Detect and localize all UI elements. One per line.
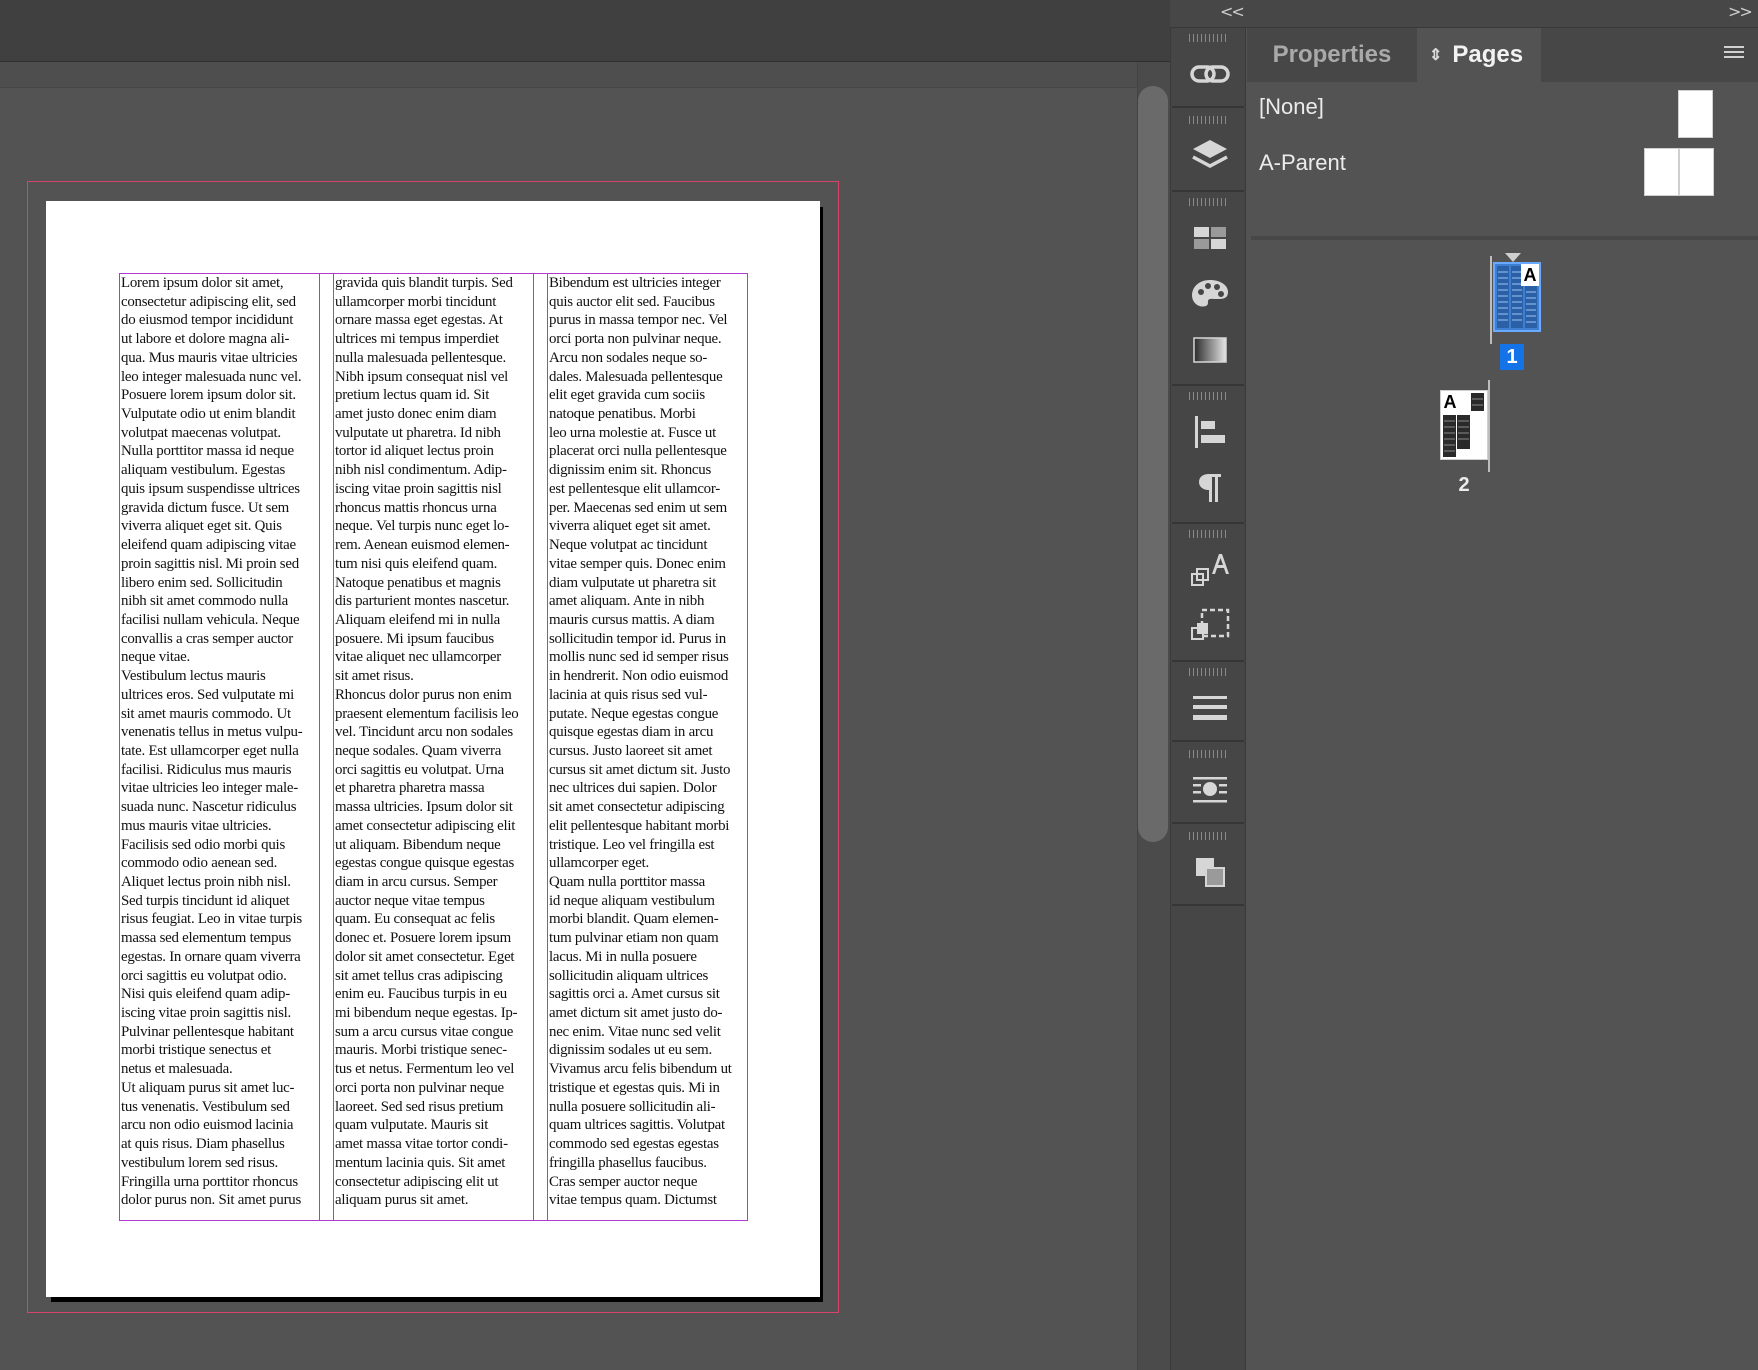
links-icon[interactable] — [1184, 52, 1236, 96]
panel-group-divider — [1172, 106, 1244, 108]
parent-a-left-thumbnail[interactable] — [1644, 148, 1679, 196]
pages-panel — [1247, 28, 1758, 1370]
tab-pages-label: Pages — [1452, 41, 1524, 68]
panel-group-divider — [1172, 190, 1244, 192]
layers-icon[interactable] — [1184, 134, 1236, 178]
column-gutter-2 — [533, 273, 548, 1221]
spread-spine — [1488, 380, 1490, 472]
spread-spine — [1490, 256, 1492, 344]
panel-menu-icon[interactable] — [1724, 46, 1744, 62]
tab-properties-label: Properties — [1272, 41, 1392, 68]
tab-properties[interactable]: Properties — [1247, 28, 1417, 82]
panel-group-divider — [1172, 740, 1244, 742]
page-2-thumbnail[interactable]: A — [1440, 390, 1488, 460]
text-frame-column-3[interactable]: Bibendum est ultricies integer quis auct… — [547, 273, 748, 1221]
column-2-text: gravida quis blandit turpis. Sed ullamco… — [335, 275, 519, 1209]
page-1-thumbnail[interactable]: A — [1493, 262, 1541, 332]
column-gutter-1 — [319, 273, 334, 1221]
page-2-parent-prefix: A — [1441, 391, 1459, 413]
control-bar — [0, 0, 1170, 62]
text-frame-column-1[interactable]: Lorem ipsum dolor sit amet, consectetur … — [119, 273, 320, 1221]
parent-row-none[interactable]: [None] — [1247, 84, 1719, 140]
stroke-icon[interactable] — [1184, 686, 1236, 730]
page-1-number[interactable]: 1 — [1500, 344, 1524, 370]
panel-group-grip[interactable] — [1189, 116, 1229, 124]
chevron-updown-icon: ⇕ — [1429, 47, 1443, 64]
panel-group-grip[interactable] — [1189, 832, 1229, 840]
vertical-scrollbar-thumb[interactable] — [1138, 86, 1168, 842]
panel-group-grip[interactable] — [1189, 198, 1229, 206]
current-page-indicator-icon — [1505, 250, 1521, 262]
color-palette-icon[interactable] — [1184, 272, 1236, 316]
panel-group-grip[interactable] — [1189, 750, 1229, 758]
horizontal-ruler — [0, 62, 1138, 88]
panel-group-grip[interactable] — [1189, 668, 1229, 676]
tab-pages[interactable]: ⇕ Pages — [1417, 28, 1541, 82]
parent-a-label: A-Parent — [1259, 150, 1346, 175]
pathfinder-icon[interactable] — [1184, 850, 1236, 894]
parent-a-right-thumbnail[interactable] — [1679, 148, 1714, 196]
gradient-icon[interactable] — [1184, 328, 1236, 372]
collapse-icons-button[interactable]: << — [1220, 2, 1245, 21]
column-3-text: Bibendum est ultricies integer quis auct… — [549, 275, 732, 1209]
panel-group-divider — [1172, 522, 1244, 524]
parent-none-thumbnail[interactable] — [1678, 90, 1713, 138]
page-1-parent-prefix: A — [1521, 264, 1539, 286]
character-styles-icon[interactable] — [1184, 548, 1236, 592]
column-1-text: Lorem ipsum dolor sit amet, consectetur … — [121, 275, 303, 1209]
panel-group-divider — [1172, 822, 1244, 824]
panel-group-grip[interactable] — [1189, 34, 1229, 42]
panel-group-grip[interactable] — [1189, 392, 1229, 400]
text-frame-column-2[interactable]: gravida quis blandit turpis. Sed ullamco… — [333, 273, 534, 1221]
page-2-number[interactable]: 2 — [1452, 472, 1476, 498]
swatches-icon[interactable] — [1184, 216, 1236, 260]
expand-panels-button[interactable]: >> — [1728, 2, 1753, 21]
panel-section-divider — [1251, 236, 1758, 240]
parent-none-label: [None] — [1259, 94, 1324, 119]
paragraph-icon[interactable] — [1184, 466, 1236, 510]
panel-group-grip[interactable] — [1189, 530, 1229, 538]
object-styles-icon[interactable] — [1184, 604, 1236, 648]
panel-group-divider — [1172, 904, 1244, 906]
panel-group-divider — [1172, 660, 1244, 662]
align-icon[interactable] — [1184, 410, 1236, 454]
dock-title-bar — [1170, 0, 1758, 28]
text-wrap-icon[interactable] — [1184, 768, 1236, 812]
panel-group-divider — [1172, 384, 1244, 386]
document-page[interactable]: Lorem ipsum dolor sit amet, consectetur … — [46, 201, 820, 1297]
